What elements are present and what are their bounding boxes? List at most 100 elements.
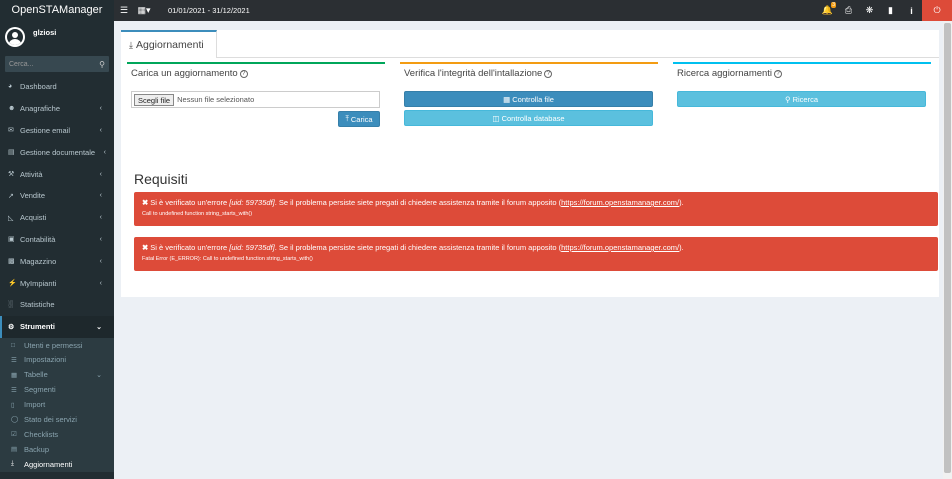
chevron-left-icon: ‹	[99, 170, 102, 178]
forum-link[interactable]: https://forum.openstamanager.com/	[561, 198, 679, 207]
sidebar-item-strumenti[interactable]: ⚙ Strumenti ⌄	[0, 315, 114, 338]
app-logo[interactable]: OpenSTAManager	[0, 0, 114, 21]
sidebar-item-myimpianti[interactable]: ⚡ MyImpianti ‹	[0, 272, 114, 294]
check-files-button[interactable]: ▦ Controlla file	[404, 91, 653, 107]
briefcase-icon: ▣	[8, 236, 15, 244]
sidebar-menu: ◕ Dashboard ☻ Anagrafiche ‹ ✉ Gestione email…	[0, 76, 114, 472]
user-panel: glziosi	[0, 21, 114, 52]
date-range[interactable]: 01/01/2021 - 31/12/2021	[168, 6, 250, 15]
sidebar-item-checklists[interactable]: ☑ Checklists	[0, 427, 114, 442]
list-icon: ☰	[11, 386, 17, 394]
sidebar-item-dashboard[interactable]: ◕ Dashboard	[0, 76, 114, 98]
globe-icon: ◯	[11, 416, 19, 424]
chevron-left-icon: ‹	[99, 257, 102, 265]
forum-link[interactable]: https://forum.openstamanager.com/	[561, 243, 679, 252]
sidebar-item-tabelle[interactable]: ▦ Tabelle ⌄	[0, 367, 114, 382]
calendar-icon[interactable]: ▦▾	[134, 0, 154, 21]
requirements-title: Requisiti	[134, 171, 188, 187]
alert-message: ✖ Si è verificato un'errore [uid: 59735df…	[142, 243, 684, 252]
help-icon[interactable]: ?	[774, 70, 783, 78]
tab-aggiornamenti[interactable]: ⤓ Aggiornamenti	[121, 30, 217, 58]
hamburger-icon[interactable]: ☰	[114, 0, 134, 21]
bug-icon[interactable]: ❋	[859, 0, 880, 21]
chevron-left-icon: ‹	[99, 235, 102, 243]
sidebar-item-anagrafiche[interactable]: ☻ Anagrafiche ‹	[0, 98, 114, 120]
sidebar-item-gestione-documentale[interactable]: ▤ Gestione documentale ‹	[0, 141, 114, 163]
alert-detail: Call to undefined function string_starts…	[142, 211, 253, 217]
search-icon: ⚲	[784, 94, 793, 104]
user-icon	[7, 28, 23, 45]
error-alert: ✖ Si è verificato un'errore [uid: 59735df…	[134, 192, 938, 226]
tab-divider	[217, 57, 939, 58]
search-updates-button[interactable]: ⚲ Ricerca	[677, 91, 926, 107]
search-updates-box: Ricerca aggiornamenti? ⚲ Ricerca	[673, 62, 931, 112]
power-icon[interactable]: ⏻	[922, 0, 952, 21]
check-database-button[interactable]: ◫ Controlla database	[404, 110, 653, 126]
envelope-icon: ✉	[8, 127, 14, 135]
sidebar-item-statistiche[interactable]: ░ Statistiche	[0, 294, 114, 316]
chevron-left-icon: ‹	[99, 192, 102, 200]
print-icon[interactable]: ⎙	[838, 0, 859, 21]
chevron-left-icon: ‹	[99, 126, 102, 134]
table-icon: ▦	[11, 371, 18, 379]
bell-icon[interactable]: 🔔 3	[817, 0, 838, 21]
cart-icon: ◺	[8, 214, 14, 222]
sidebar-item-impostazioni[interactable]: ☰ Impostazioni	[0, 352, 114, 367]
sidebar-item-backup[interactable]: ▤ Backup	[0, 442, 114, 457]
sidebar-item-vendite[interactable]: ↗ Vendite ‹	[0, 185, 114, 207]
lock-icon: □	[11, 341, 15, 349]
sidebar-item-import[interactable]: ▯ Import	[0, 397, 114, 412]
sidebar-item-contabilita[interactable]: ▣ Contabilità ‹	[0, 229, 114, 251]
plug-icon: ⚡	[8, 280, 17, 288]
book-icon[interactable]: ▮	[880, 0, 901, 21]
upload-button[interactable]: ⤒ Carica	[338, 111, 380, 127]
truck-icon: ▩	[8, 258, 15, 266]
search-icon[interactable]: ⚲	[95, 60, 109, 69]
top-navbar: ☰ ▦▾ 01/01/2021 - 31/12/2021 🔔 3 ⎙ ❋ ▮ i …	[114, 0, 952, 21]
integrity-box-title: Verifica l'integrità dell'intallazione?	[400, 64, 658, 82]
sidebar-item-magazzino[interactable]: ▩ Magazzino ‹	[0, 250, 114, 272]
username[interactable]: glziosi	[33, 28, 56, 37]
chevron-left-icon: ‹	[99, 279, 102, 287]
choose-file-button[interactable]: Scegli file	[134, 93, 175, 106]
sidebar-item-stato-servizi[interactable]: ◯ Stato dei servizi	[0, 412, 114, 427]
sidebar-item-segmenti[interactable]: ☰ Segmenti	[0, 382, 114, 397]
close-icon: ✖	[142, 198, 149, 207]
page-scrollbar[interactable]	[943, 21, 952, 479]
chevron-down-icon: ⌄	[96, 371, 102, 379]
chart-icon: ↗	[8, 192, 14, 200]
updates-panel: ⤓ Aggiornamenti Carica un aggiornamento?…	[121, 30, 939, 297]
chevron-left-icon: ‹	[99, 105, 102, 113]
file-input[interactable]: Scegli file Nessun file selezionato	[131, 91, 380, 108]
sidebar-item-acquisti[interactable]: ◺ Acquisti ‹	[0, 207, 114, 229]
error-uid: [uid: 59735df]	[229, 243, 275, 252]
upload-box: Carica un aggiornamento? Scegli file Nes…	[127, 62, 385, 128]
sidebar-item-utenti-permessi[interactable]: □ Utenti e permessi	[0, 338, 114, 353]
strumenti-submenu: □ Utenti e permessi ☰ Impostazioni ▦ Tabell…	[0, 337, 114, 472]
file-icon: ▯	[11, 401, 15, 409]
wrench-icon: ⚒	[8, 171, 15, 179]
download-icon: ⤓	[11, 460, 14, 468]
search-input[interactable]	[5, 60, 95, 68]
sidebar-item-aggiornamenti[interactable]: ⤓ Aggiornamenti	[0, 457, 114, 472]
check-square-icon: ☑	[11, 431, 17, 439]
sidebar-item-gestione-email[interactable]: ✉ Gestione email ‹	[0, 120, 114, 142]
download-icon: ⤓	[129, 39, 133, 50]
document-icon: ▤	[8, 149, 15, 157]
info-icon[interactable]: i	[901, 0, 922, 21]
integrity-box: Verifica l'integrità dell'intallazione? …	[400, 62, 658, 128]
notification-badge: 3	[831, 2, 836, 8]
cog-icon: ⚙	[8, 323, 15, 331]
sidebar-item-attivita[interactable]: ⚒ Attività ‹	[0, 163, 114, 185]
help-icon[interactable]: ?	[544, 70, 553, 78]
chevron-left-icon: ‹	[103, 148, 106, 156]
dashboard-icon: ◕	[8, 83, 13, 91]
scrollbar-thumb[interactable]	[944, 23, 951, 473]
avatar[interactable]	[5, 26, 25, 47]
help-icon[interactable]: ?	[239, 70, 248, 78]
search-box-title: Ricerca aggiornamenti?	[673, 64, 931, 82]
list-icon: ☰	[11, 356, 17, 364]
alert-detail: Fatal Error (E_ERROR): Call to undefined…	[142, 256, 313, 262]
sidebar-search: ⚲	[5, 56, 109, 72]
close-icon: ✖	[142, 243, 149, 252]
